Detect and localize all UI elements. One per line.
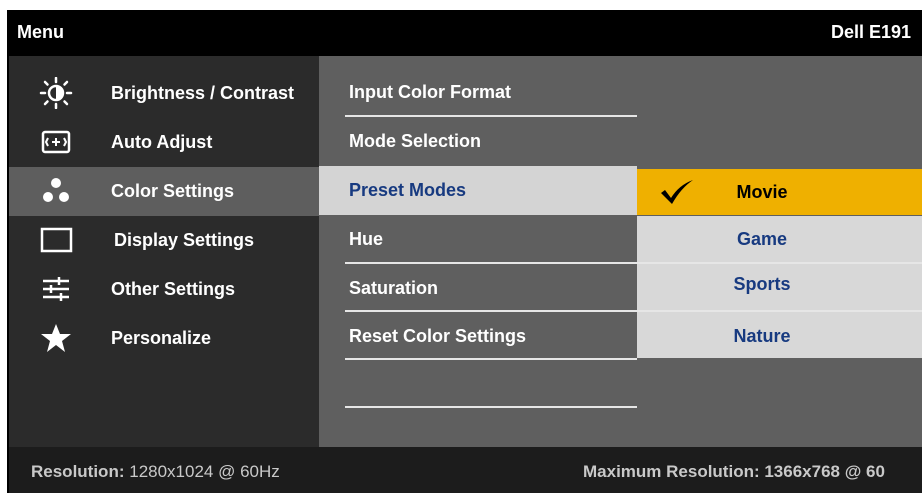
display-icon [39,224,73,256]
osd-footer: Resolution: 1280x1024 @ 60Hz Maximum Res… [9,447,922,493]
submenu-item-label: Saturation [349,278,439,298]
option-label: Movie [736,182,788,202]
submenu-item-label: Preset Modes [349,180,467,200]
option-game[interactable]: Game [637,216,922,262]
submenu-item-reset-color-settings[interactable]: Reset Color Settings [319,312,637,361]
osd-header: Menu Dell E191 [9,10,922,56]
color-settings-icon [39,175,73,207]
menu-item-display-settings[interactable]: Display Settings [9,216,319,265]
submenu-item-label: Hue [349,229,384,249]
sliders-icon [39,273,73,305]
color-settings-submenu: Input Color Format Mode Selection Preset… [319,56,637,447]
menu-item-personalize[interactable]: Personalize [9,314,319,363]
brightness-icon [39,76,73,110]
menu-item-label: Color Settings [111,181,235,201]
submenu-item-input-color-format[interactable]: Input Color Format [319,68,637,117]
auto-adjust-icon [39,126,73,158]
preset-modes-options: Movie Game Sports Nature [637,56,922,447]
menu-item-label: Auto Adjust [111,132,213,152]
menu-item-other-settings[interactable]: Other Settings [9,265,319,314]
monitor-osd: Menu Dell E191 Brightness / Contrast Aut… [7,10,922,493]
menu-item-color-settings[interactable]: Color Settings [9,167,319,216]
submenu-item-label: Mode Selection [349,131,482,151]
monitor-model: Dell E191 [831,22,912,42]
option-sports[interactable]: Sports [637,264,922,310]
menu-item-auto-adjust[interactable]: Auto Adjust [9,118,319,167]
menu-item-label: Brightness / Contrast [111,83,295,103]
main-menu: Brightness / Contrast Auto Adjust Color … [9,56,319,447]
submenu-item-saturation[interactable]: Saturation [319,264,637,313]
max-resolution: Maximum Resolution: 1366x768 @ 60 [583,462,885,481]
submenu-item-label: Reset Color Settings [349,326,527,346]
submenu-item-preset-modes[interactable]: Preset Modes [319,166,637,215]
menu-item-brightness-contrast[interactable]: Brightness / Contrast [9,69,319,118]
submenu-item-label: Input Color Format [349,82,511,102]
menu-title: Menu [17,22,64,42]
menu-item-label: Display Settings [114,230,255,250]
resolution-label: Resolution: 1280x1024 @ 60Hz [31,462,280,482]
menu-item-label: Personalize [111,328,212,348]
star-icon [39,322,73,354]
resolution-label-text: Resolution: [31,462,125,481]
submenu-item-hue[interactable]: Hue [319,215,637,264]
resolution-value: 1280x1024 @ 60Hz [129,462,280,481]
divider [345,358,637,360]
option-movie[interactable]: Movie [637,169,922,215]
divider [345,406,637,408]
option-label: Game [736,229,788,249]
option-label: Sports [733,274,791,294]
submenu-item-mode-selection[interactable]: Mode Selection [319,117,637,166]
menu-item-label: Other Settings [111,279,236,299]
option-nature[interactable]: Nature [637,312,922,358]
option-label: Nature [733,326,791,346]
